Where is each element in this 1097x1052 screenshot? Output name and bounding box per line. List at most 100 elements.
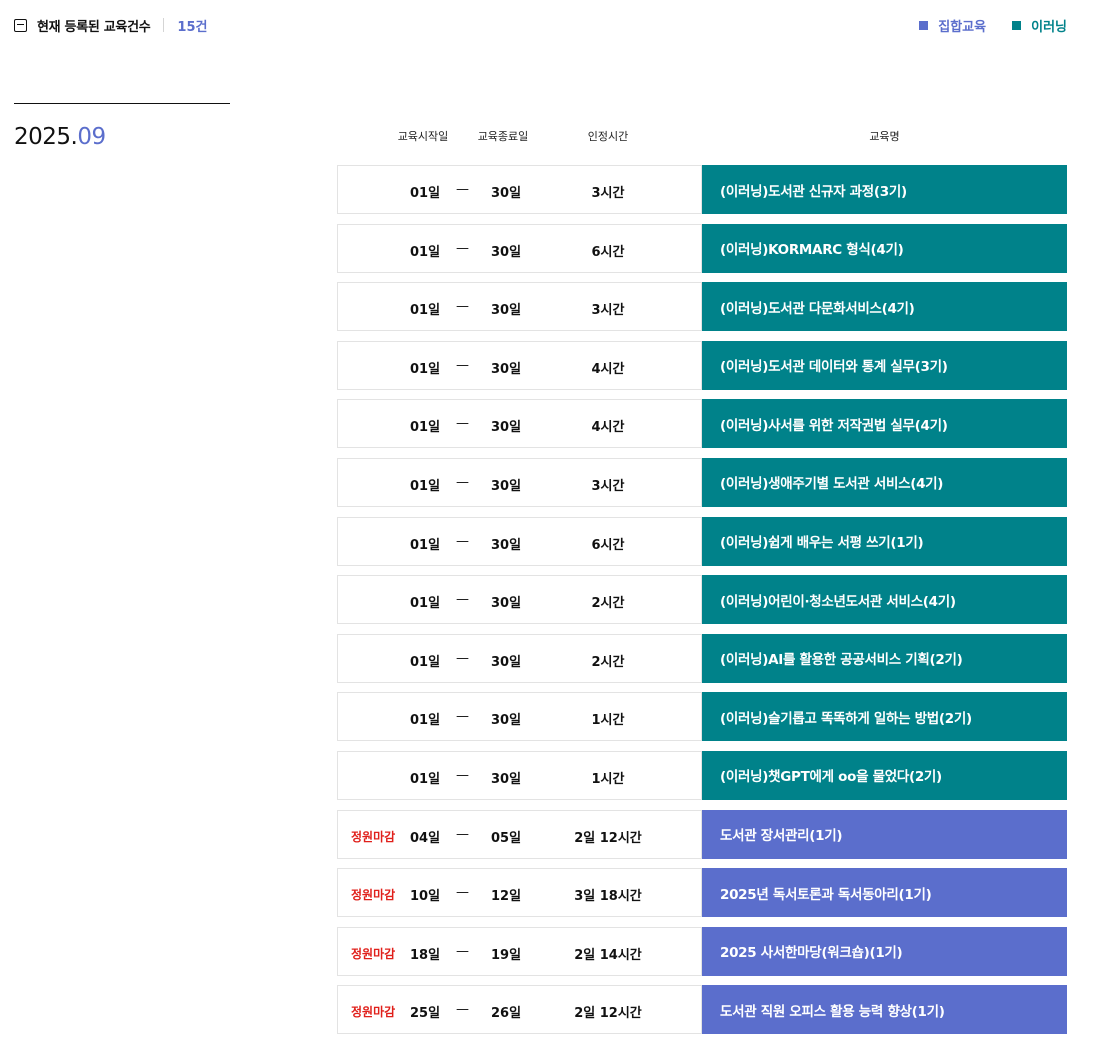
- registered-count-title: 현재 등록된 교육건수: [37, 19, 151, 35]
- course-calendar-page: 현재 등록된 교육건수 15건 집합교육 이러닝 2025.09 교육시작일 교…: [0, 0, 1097, 1052]
- start-day: 18일: [410, 947, 441, 963]
- start-day: 01일: [410, 537, 441, 553]
- closed-status-badge: 정원마감: [351, 888, 396, 903]
- column-start-date: 교육시작일: [397, 130, 449, 143]
- course-row[interactable]: 01일 — 30일 3시간 (이러닝)도서관 다문화서비스(4기): [337, 282, 1067, 332]
- course-name-link[interactable]: 도서관 장서관리(1기): [702, 809, 1067, 859]
- date-range-dash: —: [456, 474, 469, 490]
- start-day: 01일: [410, 420, 441, 436]
- credit-hours: 1시간: [591, 713, 625, 729]
- course-row[interactable]: 01일 — 30일 2시간 (이러닝)어린이·청소년도서관 서비스(4기): [337, 575, 1067, 625]
- credit-hours: 2일 12시간: [574, 830, 642, 846]
- credit-hours: 4시간: [591, 420, 625, 436]
- end-day: 30일: [491, 420, 522, 436]
- course-schedule: 정원마감 18일 — 19일 2일 14시간: [337, 926, 702, 976]
- course-name-link[interactable]: (이러닝)어린이·청소년도서관 서비스(4기): [702, 575, 1067, 625]
- date-range-dash: —: [456, 885, 469, 901]
- course-schedule: 01일 — 30일 1시간: [337, 750, 702, 800]
- course-name-link[interactable]: (이러닝)도서관 신규자 과정(3기): [702, 165, 1067, 214]
- course-row[interactable]: 정원마감 25일 — 26일 2일 12시간 도서관 직원 오피스 활용 능력 향상(1기…: [337, 985, 1067, 1035]
- end-day: 30일: [491, 361, 522, 377]
- course-row[interactable]: 01일 — 30일 6시간 (이러닝)쉽게 배우는 서평 쓰기(1기): [337, 516, 1067, 566]
- course-schedule: 01일 — 30일 4시간: [337, 340, 702, 390]
- closed-status-badge: 정원마감: [351, 1005, 396, 1020]
- course-row[interactable]: 01일 — 30일 4시간 (이러닝)도서관 데이터와 통계 실무(3기): [337, 340, 1067, 390]
- end-day: 19일: [491, 947, 522, 963]
- legend-elearning-label: 이러닝: [1031, 19, 1067, 35]
- course-row[interactable]: 정원마감 18일 — 19일 2일 14시간 2025 사서한마당(워크숍)(1기): [337, 926, 1067, 976]
- start-day: 01일: [410, 303, 441, 319]
- course-name-link[interactable]: (이러닝)슬기롭고 똑똑하게 일하는 방법(2기): [702, 692, 1067, 742]
- credit-hours: 3시간: [591, 303, 625, 319]
- date-range-dash: —: [456, 709, 469, 725]
- end-day: 30일: [491, 537, 522, 553]
- course-name-link[interactable]: (이러닝)도서관 다문화서비스(4기): [702, 282, 1067, 332]
- end-day: 12일: [491, 889, 522, 905]
- end-day: 30일: [491, 186, 522, 201]
- course-schedule: 정원마감 25일 — 26일 2일 12시간: [337, 985, 702, 1035]
- credit-hours: 2시간: [591, 654, 625, 670]
- date-range-dash: —: [456, 1002, 469, 1018]
- legend-group-label: 집합교육: [938, 19, 987, 35]
- start-day: 10일: [410, 889, 441, 905]
- header: 현재 등록된 교육건수 15건 집합교육 이러닝: [14, 12, 1067, 38]
- course-schedule: 01일 — 30일 2시간: [337, 633, 702, 683]
- end-day: 05일: [491, 830, 522, 846]
- course-row[interactable]: 01일 — 30일 1시간 (이러닝)챗GPT에게 oo을 물었다(2기): [337, 750, 1067, 800]
- date-range-dash: —: [456, 533, 469, 549]
- start-day: 01일: [410, 361, 441, 377]
- course-name-link[interactable]: 2025 사서한마당(워크숍)(1기): [702, 926, 1067, 976]
- course-name-link[interactable]: 도서관 직원 오피스 활용 능력 향상(1기): [702, 985, 1067, 1035]
- end-day: 30일: [491, 771, 522, 787]
- course-name-link[interactable]: (이러닝)KORMARC 형식(4기): [702, 223, 1067, 273]
- legend-elearning: 이러닝: [1012, 16, 1067, 35]
- registered-count-value: 15건: [177, 19, 208, 35]
- end-day: 26일: [491, 1006, 522, 1022]
- credit-hours: 3일 18시간: [574, 889, 642, 905]
- course-name-link[interactable]: (이러닝)생애주기별 도서관 서비스(4기): [702, 457, 1067, 507]
- course-schedule: 01일 — 30일 3시간: [337, 457, 702, 507]
- course-name-link[interactable]: (이러닝)챗GPT에게 oo을 물었다(2기): [702, 750, 1067, 800]
- course-row[interactable]: 정원마감 10일 — 12일 3일 18시간 2025년 독서토론과 독서동아리(1기): [337, 868, 1067, 918]
- header-divider: [163, 18, 165, 32]
- closed-status-badge: 정원마감: [351, 829, 396, 844]
- group-swatch-icon: [919, 20, 929, 30]
- start-day: 25일: [410, 1006, 441, 1022]
- course-name-link[interactable]: (이러닝)도서관 데이터와 통계 실무(3기): [702, 340, 1067, 390]
- course-name-link[interactable]: (이러닝)사서를 위한 저작권법 실무(4기): [702, 399, 1067, 449]
- course-schedule: 01일 — 30일 1시간: [337, 692, 702, 742]
- course-row[interactable]: 01일 — 30일 3시간 (이러닝)생애주기별 도서관 서비스(4기): [337, 457, 1067, 507]
- month-divider: [14, 103, 230, 104]
- course-schedule: 01일 — 30일 3시간: [337, 165, 702, 214]
- course-schedule: 01일 — 30일 3시간: [337, 282, 702, 332]
- course-name-link[interactable]: 2025년 독서토론과 독서동아리(1기): [702, 868, 1067, 918]
- course-schedule: 정원마감 10일 — 12일 3일 18시간: [337, 868, 702, 918]
- date-range-dash: —: [456, 357, 469, 373]
- course-row[interactable]: 01일 — 30일 3시간 (이러닝)도서관 신규자 과정(3기): [337, 165, 1067, 214]
- legend: 집합교육 이러닝: [893, 16, 1067, 35]
- date-range-dash: —: [456, 650, 469, 666]
- course-name-link[interactable]: (이러닝)쉽게 배우는 서평 쓰기(1기): [702, 516, 1067, 566]
- registered-count-summary: 현재 등록된 교육건수 15건: [14, 16, 207, 35]
- end-day: 30일: [491, 303, 522, 319]
- credit-hours: 6시간: [591, 537, 625, 553]
- course-name-link[interactable]: (이러닝)AI를 활용한 공공서비스 기획(2기): [702, 633, 1067, 683]
- course-row[interactable]: 01일 — 30일 6시간 (이러닝)KORMARC 형식(4기): [337, 223, 1067, 273]
- course-row[interactable]: 01일 — 30일 1시간 (이러닝)슬기롭고 똑똑하게 일하는 방법(2기): [337, 692, 1067, 742]
- end-day: 30일: [491, 654, 522, 670]
- course-list: 01일 — 30일 3시간 (이러닝)도서관 신규자 과정(3기) 01일 — 30일 6시간 (…: [337, 165, 1067, 1044]
- column-credit-hours: 인정시간: [587, 130, 629, 143]
- legend-group-training: 집합교육: [919, 16, 986, 35]
- start-day: 01일: [410, 244, 441, 260]
- credit-hours: 1시간: [591, 771, 625, 787]
- month-number: 09: [77, 124, 106, 150]
- date-range-dash: —: [456, 299, 469, 315]
- date-range-dash: —: [456, 416, 469, 432]
- course-row[interactable]: 정원마감 04일 — 05일 2일 12시간 도서관 장서관리(1기): [337, 809, 1067, 859]
- end-day: 30일: [491, 244, 522, 260]
- end-day: 30일: [491, 596, 522, 612]
- course-row[interactable]: 01일 — 30일 2시간 (이러닝)AI를 활용한 공공서비스 기획(2기): [337, 633, 1067, 683]
- course-row[interactable]: 01일 — 30일 4시간 (이러닝)사서를 위한 저작권법 실무(4기): [337, 399, 1067, 449]
- column-end-date: 교육종료일: [477, 130, 529, 143]
- start-day: 01일: [410, 478, 441, 494]
